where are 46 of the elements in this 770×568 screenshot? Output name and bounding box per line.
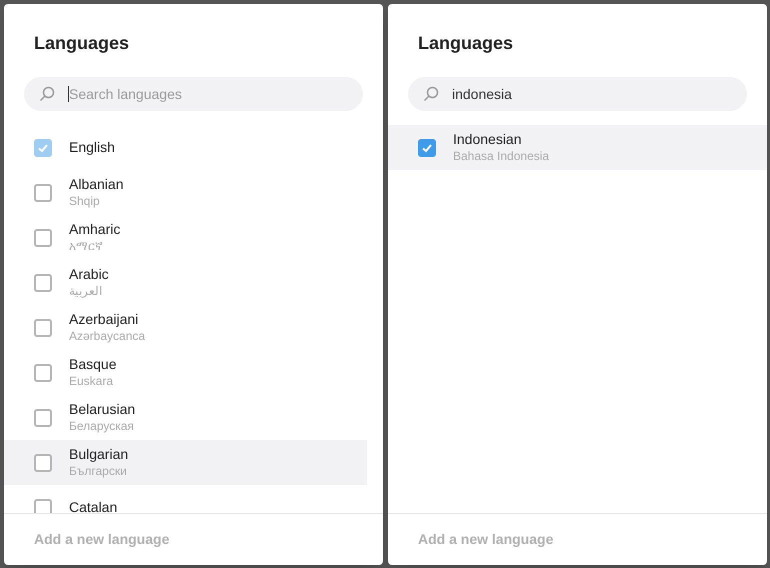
search-input[interactable]: indonesia xyxy=(452,84,712,104)
native-name: Bahasa Indonesia xyxy=(453,148,550,164)
checkbox[interactable] xyxy=(418,138,436,156)
language-name: Bulgarian xyxy=(69,446,128,464)
language-item[interactable]: Bulgarian Български xyxy=(4,440,367,485)
checkbox[interactable] xyxy=(34,454,52,472)
search-field[interactable]: Search languages xyxy=(24,77,363,111)
checkbox[interactable] xyxy=(34,408,52,426)
check-icon xyxy=(421,142,433,154)
language-item[interactable]: Azerbaijani Azərbaycanca xyxy=(4,305,367,350)
checkbox[interactable] xyxy=(34,318,52,336)
search-icon xyxy=(38,85,56,103)
language-name: Basque xyxy=(69,356,116,374)
native-name: Shqip xyxy=(69,194,101,209)
language-item[interactable]: Basque Euskara xyxy=(4,350,367,395)
native-name: አማርኛ xyxy=(69,238,104,254)
native-name: Euskara xyxy=(69,374,114,389)
search-icon xyxy=(422,85,440,103)
checkbox[interactable] xyxy=(34,184,52,202)
text-cursor xyxy=(68,86,69,102)
native-name: Български xyxy=(69,464,128,479)
dialog-title: Languages xyxy=(418,33,514,53)
search-input[interactable]: Search languages xyxy=(69,84,329,104)
checkbox[interactable] xyxy=(34,228,52,246)
native-name: Azərbaycanca xyxy=(69,328,146,344)
language-name: English xyxy=(69,138,115,156)
language-item[interactable]: Albanian Shqip xyxy=(4,170,367,215)
language-name: Albanian xyxy=(69,176,124,194)
language-name: Belarusian xyxy=(69,401,136,419)
language-item[interactable]: Catalan xyxy=(4,485,367,513)
language-item[interactable]: Belarusian Беларуская xyxy=(4,395,367,440)
language-name: Amharic xyxy=(69,221,120,239)
checkbox[interactable] xyxy=(34,274,52,292)
checkbox[interactable] xyxy=(34,364,52,382)
language-item[interactable]: Indonesian Bahasa Indonesia xyxy=(388,125,767,170)
search-field[interactable]: indonesia xyxy=(408,77,747,111)
language-item[interactable]: Amharic አማርኛ xyxy=(4,215,367,260)
language-name: Azerbaijani xyxy=(69,311,140,329)
check-icon xyxy=(37,142,49,154)
checkbox[interactable] xyxy=(34,498,52,513)
language-name: Catalan xyxy=(69,498,118,513)
native-name: Беларуская xyxy=(69,418,135,434)
language-name: Arabic xyxy=(69,266,109,284)
native-name: العربية xyxy=(69,284,103,299)
language-name: Indonesian xyxy=(453,131,523,149)
dialog-title: Languages xyxy=(34,33,130,53)
